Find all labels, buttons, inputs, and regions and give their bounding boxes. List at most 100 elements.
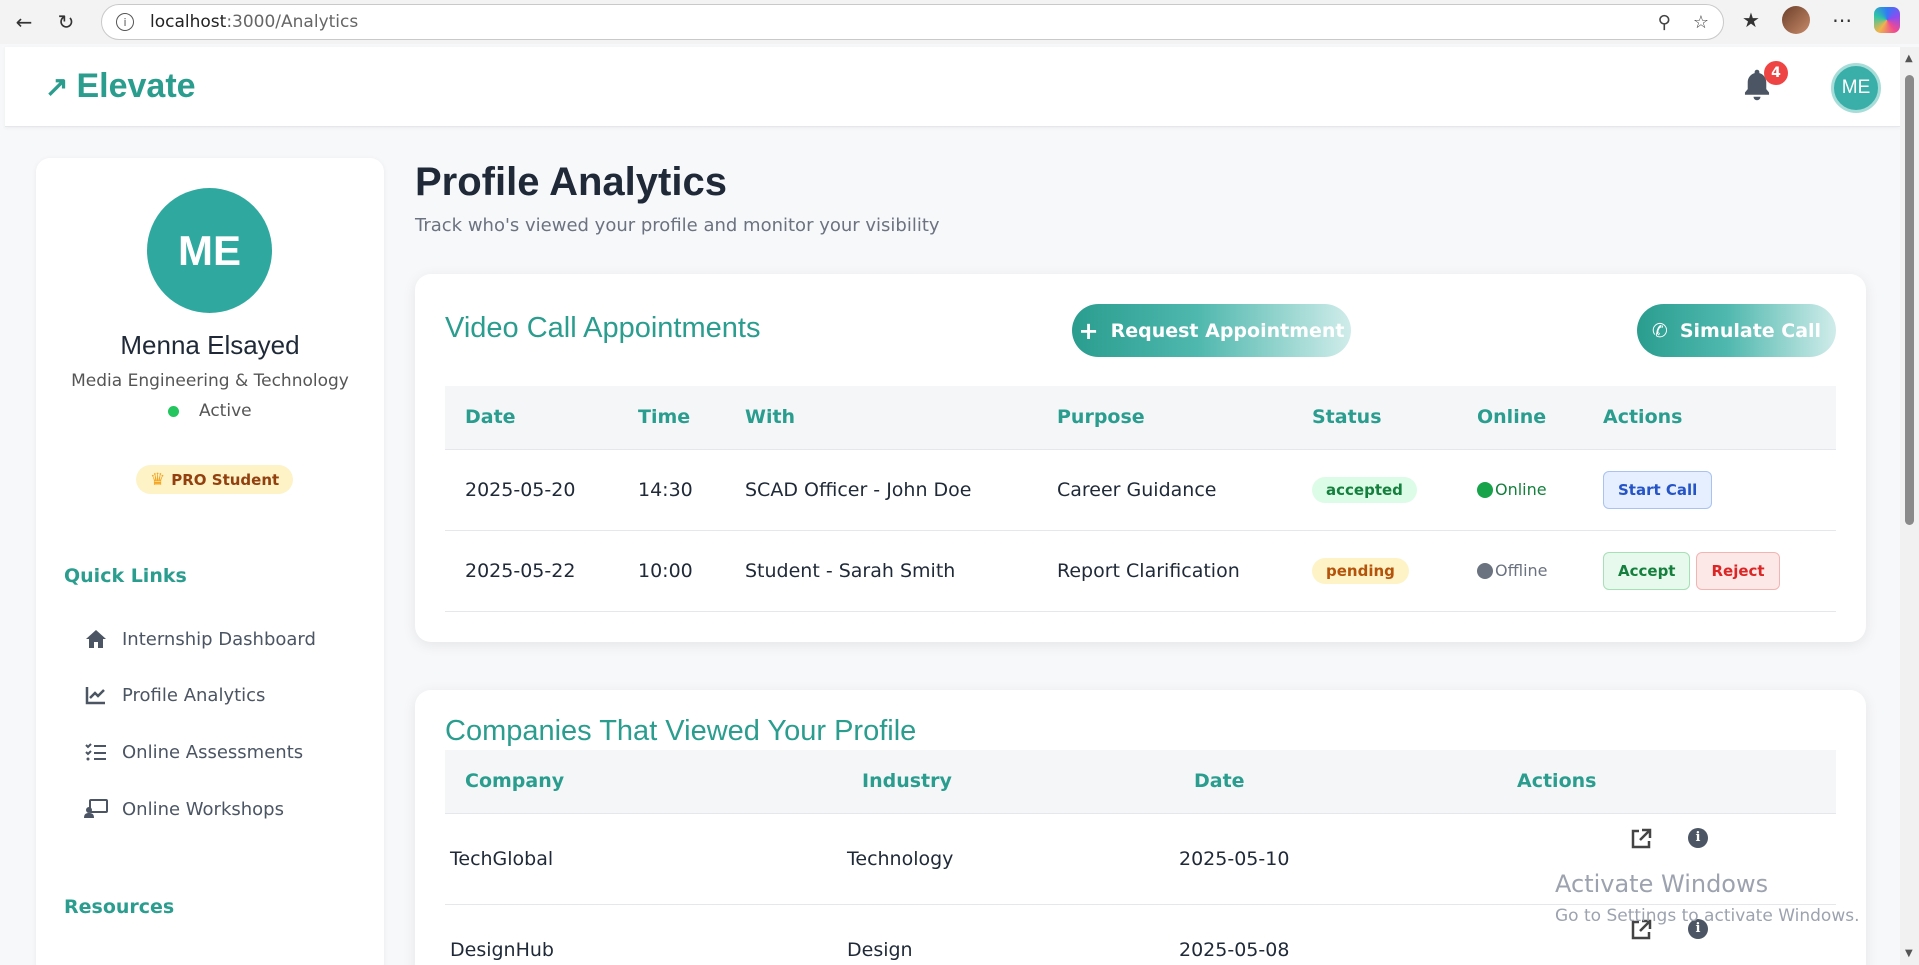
scroll-down-icon[interactable]: ▼ [1905,948,1913,959]
sidebar-item-online-workshops[interactable]: Online Workshops [84,798,284,820]
pro-badge-label: PRO Student [171,470,280,489]
sidebar-item-online-assessments[interactable]: Online Assessments [84,741,303,763]
column-header: With [725,386,1037,450]
trend-arrow-icon: ↗ [45,71,69,102]
pro-badge: ♛ PRO Student [136,465,294,494]
online-label: Offline [1495,561,1548,580]
logo-text: Elevate [76,67,196,105]
start-call-button[interactable]: Start Call [1603,470,1713,509]
crown-icon: ♛ [150,469,166,490]
page-scrollbar[interactable]: ▲ ▼ [1900,47,1919,965]
appointments-card: Video Call Appointments + Request Appoin… [415,274,1866,642]
status-dot-icon [168,405,179,417]
back-icon[interactable]: ← [6,4,42,40]
column-header: Industry [842,750,1174,814]
appointment-purpose: Report Clarification [1037,530,1292,612]
home-icon [84,628,108,650]
online-indicator: Online [1477,480,1583,499]
url-path: :3000/Analytics [226,12,359,32]
appointment-purpose: Career Guidance [1037,449,1292,531]
column-header: Actions [1497,750,1836,814]
presentation-icon [84,798,108,820]
appointments-table: Date Time With Purpose Status Online Act… [445,386,1836,612]
notifications-button[interactable]: 4 [1740,61,1788,107]
column-header: Actions [1583,386,1836,450]
browser-profile-avatar[interactable] [1781,6,1810,34]
external-link-icon[interactable] [1630,828,1652,855]
appointment-time: 14:30 [618,449,725,531]
sidebar: ME Menna Elsayed Media Engineering & Tec… [36,158,384,965]
appointments-title: Video Call Appointments [445,312,761,344]
key-icon[interactable]: ⚲ [1658,12,1671,33]
favorites-icon[interactable]: ★ [1742,8,1760,32]
app-header: ↗ Elevate 4 ME [5,47,1900,127]
copilot-icon[interactable] [1873,7,1900,33]
site-info-icon[interactable]: i [116,13,134,31]
sidebar-item-label: Internship Dashboard [122,628,316,650]
status-badge: pending [1312,557,1409,584]
view-date: 2025-05-10 [1174,813,1497,905]
company-name: DesignHub [445,904,842,965]
column-header: Company [445,750,842,814]
companies-table: Company Industry Date Actions TechGlobal… [445,750,1836,965]
reload-icon[interactable]: ↻ [48,4,84,40]
quick-links-title: Quick Links [64,565,187,587]
view-date: 2025-05-08 [1174,904,1497,965]
watermark-title: Activate Windows [1555,870,1769,898]
logo[interactable]: ↗ Elevate [45,67,196,106]
plus-icon: + [1078,316,1099,345]
accept-button[interactable]: Accept [1603,551,1691,590]
request-appointment-label: Request Appointment [1110,319,1345,342]
appointment-with: Student - Sarah Smith [725,530,1037,612]
profile-name: Menna Elsayed [120,330,300,360]
sidebar-item-profile-analytics[interactable]: Profile Analytics [84,684,265,706]
table-header-row: Company Industry Date Actions [445,750,1836,814]
appointment-with: SCAD Officer - John Doe [725,449,1037,531]
star-icon[interactable]: ☆ [1693,12,1709,33]
companies-title: Companies That Viewed Your Profile [445,715,917,747]
page-title: Profile Analytics [415,160,727,204]
resources-title: Resources [64,896,175,918]
sidebar-item-label: Online Assessments [122,741,304,763]
reject-button[interactable]: Reject [1696,551,1780,590]
notification-count-badge: 4 [1764,61,1788,85]
appointment-time: 10:00 [618,530,725,612]
sidebar-item-label: Profile Analytics [122,684,266,706]
table-header-row: Date Time With Purpose Status Online Act… [445,386,1836,450]
sidebar-item-label: Online Workshops [122,798,284,820]
watermark-subtitle: Go to Settings to activate Windows. [1555,906,1860,926]
online-dot-icon [1477,481,1493,498]
status-badge: accepted [1312,476,1417,503]
scrollbar-thumb[interactable] [1905,75,1914,525]
chart-line-icon [84,684,108,706]
online-indicator: Offline [1477,561,1583,580]
table-row: 2025-05-22 10:00 Student - Sarah Smith R… [445,530,1836,612]
appointment-date: 2025-05-20 [445,449,618,531]
company-industry: Design [842,904,1174,965]
online-label: Online [1495,480,1547,499]
profile-avatar: ME [147,188,272,313]
windows-activation-watermark: Activate Windows Go to Settings to activ… [1555,870,1860,926]
profile-status: Active [168,401,252,421]
column-header: Purpose [1037,386,1292,450]
simulate-call-button[interactable]: ✆ Simulate Call [1637,304,1836,357]
company-industry: Technology [842,813,1174,905]
column-header: Date [1174,750,1497,814]
profile-major: Media Engineering & Technology [71,371,349,391]
column-header: Status [1292,386,1457,450]
column-header: Time [618,386,725,450]
checklist-icon [84,741,108,763]
table-row: 2025-05-20 14:30 SCAD Officer - John Doe… [445,449,1836,531]
request-appointment-button[interactable]: + Request Appointment [1072,304,1351,357]
scroll-up-icon[interactable]: ▲ [1905,53,1913,64]
browser-toolbar: ← ↻ i localhost:3000/Analytics ⚲ ☆ ★ ⋯ [0,0,1919,44]
status-label: Active [199,401,252,421]
sidebar-item-internship-dashboard[interactable]: Internship Dashboard [84,628,316,650]
user-avatar[interactable]: ME [1831,63,1881,113]
column-header: Online [1457,386,1583,450]
info-icon[interactable]: i [1688,827,1708,848]
more-icon[interactable]: ⋯ [1832,8,1852,32]
page-subtitle: Track who's viewed your profile and moni… [415,215,940,236]
address-bar[interactable]: i localhost:3000/Analytics ⚲ ☆ [101,4,1724,40]
column-header: Date [445,386,618,450]
